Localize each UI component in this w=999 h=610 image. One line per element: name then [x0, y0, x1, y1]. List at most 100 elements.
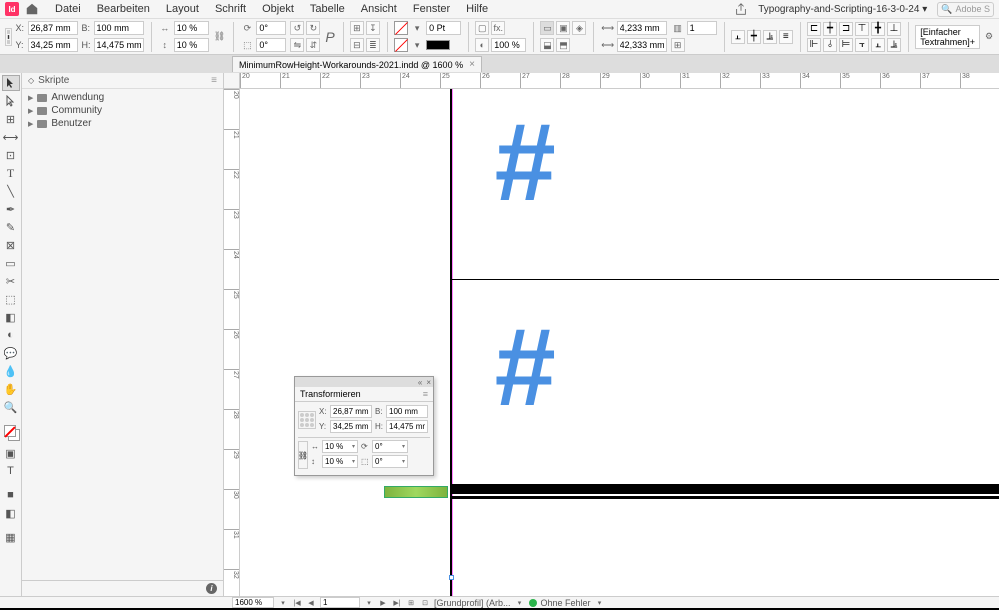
text-options-icon[interactable]: ⊞	[350, 21, 364, 35]
menu-hilfe[interactable]: Hilfe	[458, 3, 496, 15]
selection-marker[interactable]	[449, 575, 454, 580]
selected-object-handle[interactable]	[384, 486, 448, 498]
vertical-text-icon[interactable]: ⊟	[350, 38, 364, 52]
pen-tool[interactable]: ✒	[2, 201, 20, 217]
menu-schrift[interactable]: Schrift	[207, 3, 254, 15]
wrap-jump-icon[interactable]: ⬓	[540, 38, 554, 52]
transform-tab[interactable]: Transformieren ≡	[295, 387, 433, 402]
tp-x-input[interactable]	[330, 405, 372, 418]
align-right-icon[interactable]: ⊐	[839, 22, 853, 36]
menu-tabelle[interactable]: Tabelle	[302, 3, 353, 15]
transform-panel[interactable]: « × Transformieren ≡ X:B: Y:H:	[294, 376, 434, 476]
tp-scale-x[interactable]: 10 %	[322, 440, 358, 453]
drop-shadow-icon[interactable]: ▢	[475, 21, 489, 35]
close-tab-icon[interactable]: ×	[469, 59, 475, 70]
col-width-input[interactable]	[617, 21, 667, 35]
guide-vertical[interactable]	[452, 89, 453, 596]
page-input[interactable]	[320, 597, 360, 608]
frame-options-dropdown[interactable]: [Einfacher Textrahmen]+	[915, 25, 980, 49]
scale-y-input[interactable]	[174, 38, 209, 52]
constrain-scale-icon[interactable]: ⛓	[298, 441, 308, 469]
menu-objekt[interactable]: Objekt	[254, 3, 302, 15]
share-icon[interactable]	[734, 2, 748, 16]
flip-v-icon[interactable]: ⇵	[306, 38, 320, 52]
collapse-icon[interactable]: «	[418, 378, 422, 387]
tp-shear[interactable]: 0°	[372, 455, 408, 468]
stroke-style[interactable]	[426, 40, 450, 50]
stroke-dropdown-icon[interactable]: ▾	[410, 38, 424, 52]
col-count-input[interactable]	[687, 21, 717, 35]
error-status[interactable]: Ohne Fehler	[541, 598, 591, 608]
x-input[interactable]	[28, 21, 78, 35]
frame-options-icon[interactable]: ⚙	[984, 30, 994, 44]
structure-icon[interactable]: ⊞	[406, 598, 416, 608]
reference-point[interactable]	[5, 28, 12, 46]
stroke-swatch[interactable]	[394, 38, 408, 52]
page-dropdown-icon[interactable]: ▾	[364, 598, 374, 608]
zoom-tool[interactable]: 🔍	[2, 399, 20, 415]
wrap-column-icon[interactable]: ⬒	[556, 38, 570, 52]
scissors-tool[interactable]: ✂	[2, 273, 20, 289]
rotate-ccw-icon[interactable]: ↺	[290, 21, 304, 35]
apply-gradient-icon[interactable]: ◧	[2, 505, 20, 521]
transform-reference-point[interactable]	[298, 411, 316, 429]
rectangle-frame-tool[interactable]: ⊠	[2, 237, 20, 253]
flip-h-icon[interactable]: ⇋	[290, 38, 304, 52]
menu-fenster[interactable]: Fenster	[405, 3, 458, 15]
scale-x-input[interactable]	[174, 21, 209, 35]
fx-icon[interactable]: fx.	[491, 21, 505, 35]
view-mode-icon[interactable]: ▦	[2, 529, 20, 545]
constrain-icon[interactable]: ⛓	[213, 30, 226, 44]
align-middle-icon[interactable]: ┿	[747, 30, 761, 44]
profile-dropdown-icon[interactable]: ▾	[515, 598, 525, 608]
zoom-input[interactable]	[232, 597, 274, 608]
horizontal-ruler[interactable]: 2021222324252627282930313233343536373839…	[240, 73, 999, 89]
align-top2-icon[interactable]: ⊤	[855, 22, 869, 36]
fill-stroke-selector[interactable]	[2, 423, 20, 443]
tree-item-community[interactable]: ▶Community	[24, 104, 221, 117]
panel-menu-icon[interactable]: ≡	[423, 389, 428, 399]
tp-y-input[interactable]	[330, 420, 372, 433]
wrap-shape-icon[interactable]: ◈	[572, 21, 586, 35]
align-top-icon[interactable]: ⫠	[731, 30, 745, 44]
align-justify-v-icon[interactable]: ≡	[779, 30, 793, 44]
help-search[interactable]: 🔍 Adobe S	[937, 2, 994, 17]
tp-scale-y[interactable]: 10 %	[322, 455, 358, 468]
note-tool[interactable]: 💬	[2, 345, 20, 361]
document-tab[interactable]: MinimumRowHeight-Workarounds-2021.indd @…	[232, 56, 482, 72]
dist-bottom-icon[interactable]: ⫡	[887, 38, 901, 52]
info-icon[interactable]: i	[206, 583, 217, 594]
pencil-tool[interactable]: ✎	[2, 219, 20, 235]
gap-tool[interactable]: ⟷	[2, 129, 20, 145]
hand-tool[interactable]: ✋	[2, 381, 20, 397]
stroke-weight-input[interactable]	[426, 21, 461, 35]
align-bottom2-icon[interactable]: ⊥	[887, 22, 901, 36]
transform-panel-titlebar[interactable]: « ×	[295, 377, 433, 387]
formatting-text-icon[interactable]: T	[2, 463, 20, 479]
first-page-icon[interactable]: |◀	[292, 598, 302, 608]
workspace-menu[interactable]: Typography-and-Scripting-16-3-0-24 ▾	[758, 4, 927, 15]
gradient-swatch-tool[interactable]: ◧	[2, 309, 20, 325]
next-page-icon[interactable]: ▶	[378, 598, 388, 608]
home-icon[interactable]	[25, 2, 39, 16]
scripts-panel-header[interactable]: ◇ Skripte ≡	[22, 73, 223, 89]
ruler-origin[interactable]	[224, 73, 240, 89]
wrap-bbox-icon[interactable]: ▣	[556, 21, 570, 35]
direct-selection-tool[interactable]	[2, 93, 20, 109]
gutter-input[interactable]	[617, 38, 667, 52]
tree-item-anwendung[interactable]: ▶Anwendung	[24, 91, 221, 104]
balance-icon[interactable]: ⊞	[671, 38, 685, 52]
opacity-icon[interactable]: ◐	[475, 38, 489, 52]
apply-color-icon[interactable]: ■	[2, 487, 20, 503]
w-input[interactable]	[94, 21, 144, 35]
eyedropper-tool[interactable]: 💧	[2, 363, 20, 379]
fill-swatch[interactable]	[394, 21, 408, 35]
tree-item-benutzer[interactable]: ▶Benutzer	[24, 117, 221, 130]
profile-status[interactable]: [Grundprofil] (Arb...	[434, 598, 511, 608]
align-hcenter-icon[interactable]: ┿	[823, 22, 837, 36]
tp-b-input[interactable]	[386, 405, 428, 418]
dist-hcenter-icon[interactable]: ⫰	[823, 38, 837, 52]
align-bottom-icon[interactable]: ⫡	[763, 30, 777, 44]
type-tool[interactable]: T	[2, 165, 20, 181]
tp-rotate[interactable]: 0°	[372, 440, 408, 453]
